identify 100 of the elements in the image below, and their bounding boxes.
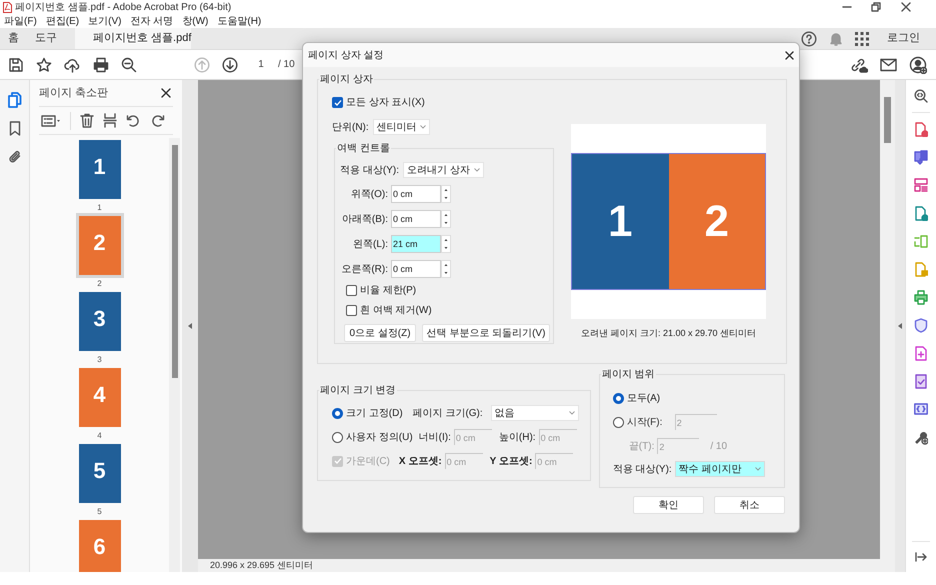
field-label: Y 오프셋:	[490, 454, 532, 468]
add-user-icon[interactable]	[909, 56, 927, 74]
login-link[interactable]: 로그인	[887, 30, 920, 47]
checked-form-icon[interactable]	[914, 374, 928, 389]
apps-grid-icon[interactable]	[855, 32, 869, 46]
group-title: 페이지 상자	[319, 73, 374, 87]
checkbox[interactable]	[346, 285, 357, 296]
braces-icon[interactable]	[914, 402, 928, 417]
spin-buttons[interactable]	[441, 260, 451, 278]
chevron-icon	[474, 168, 480, 172]
chevron-icon	[754, 467, 761, 471]
dropdown[interactable]: 오려내기 상자	[403, 162, 484, 178]
field-label: 모두(A)	[626, 392, 660, 406]
field-label: 적용 대상(Y):	[612, 462, 672, 476]
window-title: 페이지번호 샘플.pdf - Adobe Acrobat Pro (64-bit)	[15, 0, 232, 14]
input-field[interactable]: 0 cm	[391, 210, 441, 228]
zoom-out-icon[interactable]	[121, 56, 137, 72]
pages-icon[interactable]	[8, 92, 22, 108]
chevron-icon	[420, 125, 426, 129]
spin-buttons[interactable]	[441, 210, 451, 228]
bookmark-icon[interactable]	[8, 121, 20, 136]
field-label: 높이(H):	[498, 430, 536, 444]
radio-button[interactable]	[612, 393, 624, 404]
print-production-icon[interactable]	[914, 290, 928, 305]
help-icon[interactable]	[801, 30, 817, 46]
input-field[interactable]: 0 cm	[391, 185, 441, 203]
mail-icon[interactable]	[880, 58, 897, 72]
menu-item[interactable]: 파일(F)	[4, 14, 37, 28]
field-label: 페이지 크기(G):	[412, 406, 483, 420]
input-field[interactable]: 21 cm	[391, 235, 441, 253]
input-field[interactable]: 0 cm	[391, 260, 441, 278]
trash-icon[interactable]	[80, 113, 94, 128]
save-icon[interactable]	[8, 56, 24, 72]
print-icon[interactable]	[93, 56, 109, 72]
edit-pdf-icon[interactable]	[914, 122, 928, 137]
add-file-icon[interactable]	[914, 346, 928, 361]
organize-pages-icon[interactable]	[914, 178, 928, 193]
field-label: 적용 대상(Y):	[340, 164, 399, 178]
collapse-arrow-icon[interactable]	[898, 323, 902, 329]
star-icon[interactable]	[36, 56, 52, 72]
field-label: X 오프셋:	[398, 454, 442, 468]
spin-buttons[interactable]	[441, 185, 451, 203]
scrollbar-thumb[interactable]	[172, 145, 178, 378]
page-size-caption: 오려낸 페이지 크기: 21.00 x 29.70 센티미터	[580, 327, 756, 340]
menu-item[interactable]: 보기(V)	[88, 14, 122, 28]
spin-buttons[interactable]	[441, 235, 451, 253]
close-icon[interactable]	[785, 50, 794, 60]
button[interactable]: 취소	[714, 496, 785, 514]
page-total: / 10	[278, 58, 295, 72]
button[interactable]: 0으로 설정(Z)	[344, 324, 416, 342]
options-menu-icon[interactable]	[41, 114, 61, 126]
cloud-upload-icon[interactable]	[64, 56, 81, 72]
field-label: 사용자 정의(U)	[346, 430, 413, 444]
radio-button[interactable]	[332, 432, 343, 442]
dropdown[interactable]: 짝수 페이지만	[674, 461, 765, 477]
field-label: 비율 제한(P)	[360, 284, 416, 298]
close-icon[interactable]	[901, 2, 911, 12]
split-page-icon[interactable]	[103, 113, 117, 128]
field-label: 너비(I):	[418, 430, 451, 444]
link-cloud-icon[interactable]	[850, 56, 868, 72]
dropdown[interactable]: 없음	[490, 405, 579, 421]
button[interactable]: 선택 부분으로 되돌리기(V)	[422, 324, 550, 342]
checkbox[interactable]	[332, 97, 343, 108]
field-label: 단위(N):	[332, 120, 369, 134]
export-pdf-icon[interactable]	[914, 150, 928, 165]
field-label: / 10	[710, 440, 728, 454]
field-label: 크기 고정(D)	[346, 406, 403, 420]
menu-item[interactable]: 전자 서명	[130, 14, 174, 28]
close-icon[interactable]	[161, 88, 171, 98]
create-pdf-icon[interactable]	[914, 206, 928, 221]
paperclip-icon[interactable]	[8, 149, 22, 164]
radio-button[interactable]	[332, 408, 343, 418]
tab[interactable]: 도구	[27, 28, 65, 49]
wrench-plus-icon[interactable]	[914, 430, 928, 445]
read-mode-icon[interactable]	[914, 89, 928, 103]
menu-item[interactable]: 창(W)	[182, 14, 208, 28]
shield-icon[interactable]	[914, 318, 928, 333]
field-label: 오른쪽(R):	[341, 262, 388, 276]
field-label: 위쪽(O):	[350, 188, 388, 202]
field-label: 모든 상자 표시(X)	[346, 96, 425, 110]
field-label: 시작(F):	[626, 416, 662, 430]
button[interactable]: 확인	[633, 496, 704, 514]
rotate-right-icon[interactable]	[150, 114, 165, 128]
rotate-left-icon[interactable]	[126, 114, 141, 128]
tab[interactable]: 홈	[0, 28, 27, 49]
tab[interactable]: 페이지번호 샘플.pdf	[75, 28, 191, 49]
radio-button[interactable]	[612, 416, 624, 428]
page-label: 5	[97, 506, 102, 517]
checkbox[interactable]	[346, 305, 357, 316]
panel-title: 페이지 축소판	[39, 86, 108, 101]
expand-panel-icon[interactable]	[915, 552, 927, 562]
field-label: 가운데(C)	[346, 454, 390, 468]
menu-item[interactable]: 편집(E)	[46, 14, 80, 28]
menu-item[interactable]: 도움말(H)	[217, 14, 262, 28]
collapse-arrow-icon[interactable]	[188, 323, 192, 329]
scrollbar-thumb[interactable]	[884, 97, 891, 143]
group-title: 페이지 크기 변경	[319, 384, 397, 398]
field-label: 왼쪽(L):	[353, 238, 388, 252]
dropdown[interactable]: 센티미터	[372, 119, 430, 135]
restore-icon[interactable]	[871, 2, 881, 12]
